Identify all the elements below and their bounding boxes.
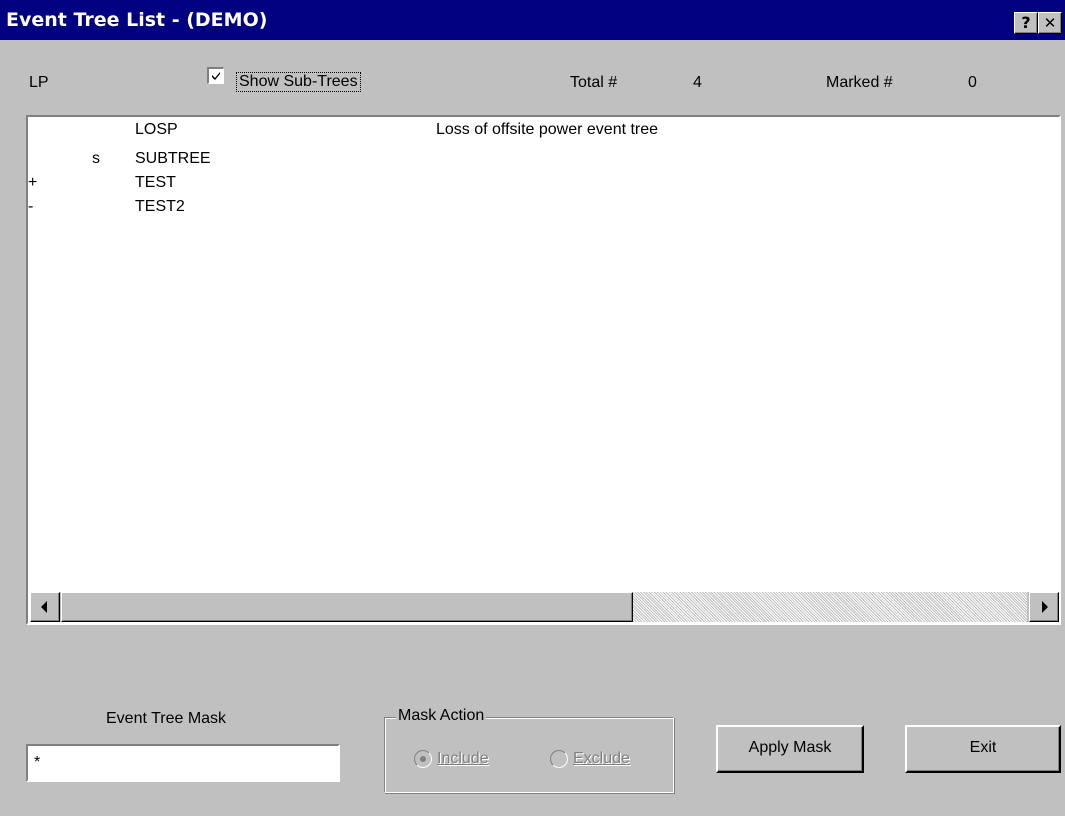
exclude-radio[interactable] (550, 750, 568, 768)
exclude-label[interactable]: Exclude (573, 750, 630, 768)
right-arrow-icon (1042, 601, 1048, 613)
checkmark-icon (212, 72, 220, 80)
list-item[interactable]: + TEST (28, 172, 1059, 194)
exclude-label-text: Exclude (573, 750, 630, 767)
list-item-flag: s (92, 150, 100, 167)
lp-label: LP (29, 74, 49, 91)
list-item[interactable]: s SUBTREE (28, 148, 1059, 170)
list-item-marker: - (28, 198, 34, 215)
list-item-description: Loss of offsite power event tree (436, 121, 659, 138)
help-button[interactable]: ? (1014, 12, 1038, 34)
marked-label: Marked # (826, 74, 893, 91)
list-item-name: LOSP (135, 121, 178, 138)
apply-mask-button[interactable]: Apply Mask (716, 725, 864, 773)
event-tree-list-window: Event Tree List - (DEMO) ? ✕ LP Show Sub… (0, 0, 1065, 816)
list-item[interactable]: - TEST2 (28, 196, 1059, 218)
left-arrow-icon (41, 601, 47, 613)
close-button[interactable]: ✕ (1038, 12, 1062, 34)
help-icon: ? (1021, 13, 1031, 32)
scroll-left-button[interactable] (30, 592, 60, 622)
show-subtrees-label[interactable]: Show Sub-Trees (236, 72, 361, 92)
list-item-name: TEST2 (135, 198, 185, 215)
event-tree-mask-label: Event Tree Mask (106, 710, 227, 727)
show-subtrees-checkbox[interactable] (207, 67, 224, 84)
scroll-thumb[interactable] (61, 592, 633, 622)
scroll-right-button[interactable] (1029, 592, 1059, 622)
close-icon: ✕ (1043, 14, 1057, 32)
list-item-name: SUBTREE (135, 150, 211, 167)
include-radio[interactable] (414, 750, 432, 768)
radio-selected-dot-icon (420, 756, 426, 762)
event-tree-mask-value: * (34, 754, 41, 771)
window-title: Event Tree List - (DEMO) (6, 9, 268, 31)
horizontal-scrollbar[interactable] (30, 592, 1059, 622)
list-item-marker: + (28, 174, 38, 191)
list-item[interactable]: LOSP Loss of offsite power event tree (28, 119, 1059, 141)
list-item-name: TEST (135, 174, 176, 191)
exit-label: Exit (969, 739, 997, 756)
marked-value: 0 (968, 74, 977, 91)
mask-action-legend: Mask Action (396, 707, 487, 725)
apply-mask-label: Apply Mask (748, 739, 832, 756)
event-tree-listbox[interactable]: LOSP Loss of offsite power event tree s … (26, 115, 1061, 625)
event-tree-mask-input[interactable]: * (26, 744, 340, 782)
include-label[interactable]: Include (437, 750, 489, 768)
total-value: 4 (693, 74, 702, 91)
total-label: Total # (570, 74, 618, 91)
include-label-text: Include (437, 750, 489, 767)
exit-button[interactable]: Exit (905, 725, 1061, 773)
scroll-track[interactable] (633, 592, 1027, 622)
title-bar: Event Tree List - (DEMO) ? ✕ (0, 0, 1065, 40)
